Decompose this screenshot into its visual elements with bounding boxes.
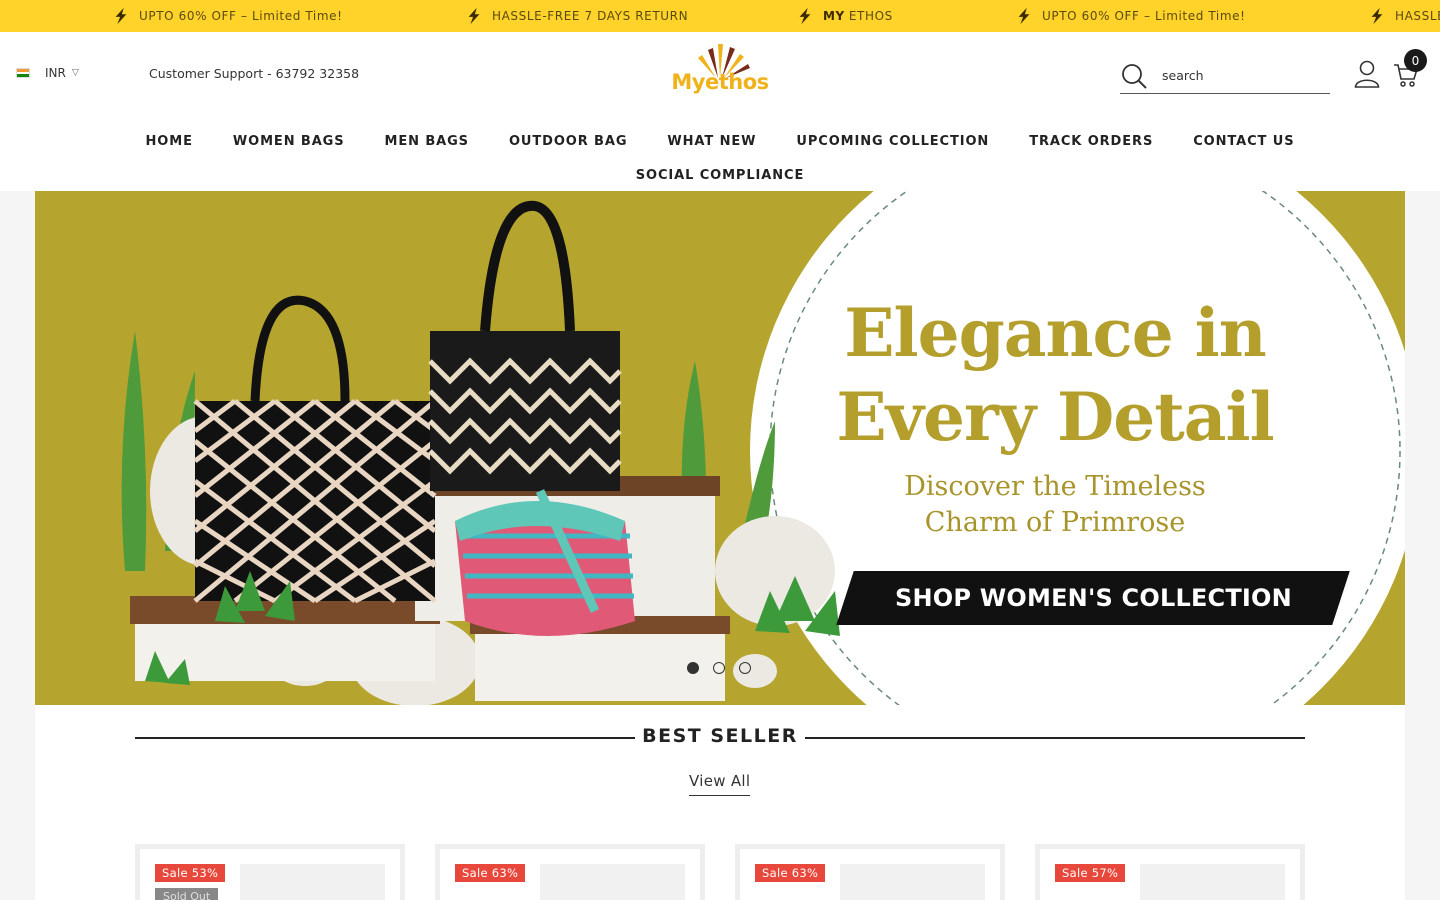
- hero-title: Elegance in Every Detail: [815, 291, 1295, 459]
- announcement-item: UPTO 60% OFF – Limited Time!: [1015, 0, 1246, 32]
- nav-social-compliance[interactable]: SOCIAL COMPLIANCE: [616, 158, 825, 192]
- announcement-item: UPTO 60% OFF – Limited Time!: [112, 0, 343, 32]
- nav-contact-us[interactable]: CONTACT US: [1173, 124, 1314, 158]
- nav-upcoming-collection[interactable]: UPCOMING COLLECTION: [776, 124, 1009, 158]
- announcement-text: UPTO 60% OFF – Limited Time!: [1042, 9, 1246, 23]
- chevron-down-icon: ▽: [71, 68, 79, 78]
- product-image[interactable]: [840, 864, 985, 900]
- announcement-text: HASSLE-FREE 7 DAYS RETURN: [1395, 9, 1440, 23]
- sold-out-badge: Sold Out: [155, 888, 219, 900]
- announcement-bar: UPTO 60% OFF – Limited Time! HASSLE-FREE…: [0, 0, 1440, 32]
- nav-home[interactable]: HOME: [126, 124, 213, 158]
- hero-title-line: Every Detail: [836, 378, 1274, 456]
- site-logo[interactable]: Myethos: [668, 40, 772, 102]
- sale-badge: Sale 57%: [1055, 864, 1126, 882]
- currency-selector[interactable]: INR ▽: [16, 66, 79, 80]
- slider-dot-1[interactable]: [687, 662, 699, 674]
- product-card[interactable]: Sale 63%: [735, 844, 1005, 900]
- lightning-bolt-icon: [799, 7, 811, 25]
- nav-women-bags[interactable]: WOMEN BAGS: [213, 124, 365, 158]
- search-box[interactable]: [1120, 58, 1330, 94]
- lightning-bolt-icon: [1371, 7, 1383, 25]
- lightning-bolt-icon: [115, 7, 127, 25]
- hero-title-line: Elegance in: [844, 294, 1266, 372]
- india-flag-icon: [16, 68, 30, 78]
- announcement-text: ETHOS: [848, 9, 893, 23]
- announcement-item: MY ETHOS: [796, 0, 893, 32]
- user-account-icon[interactable]: [1354, 60, 1380, 88]
- slider-dot-3[interactable]: [739, 662, 751, 674]
- nav-track-orders[interactable]: TRACK ORDERS: [1009, 124, 1173, 158]
- announcement-item: HASSLE-FREE 7 DAYS RETURN: [465, 0, 688, 32]
- product-image[interactable]: [240, 864, 385, 900]
- announcement-text: HASSLE-FREE 7 DAYS RETURN: [492, 9, 689, 23]
- nav-what-new[interactable]: WHAT NEW: [647, 124, 776, 158]
- hero-subtitle-line: Charm of Primrose: [924, 507, 1186, 538]
- announcement-text: UPTO 60% OFF – Limited Time!: [139, 9, 343, 23]
- product-image[interactable]: [1140, 864, 1285, 900]
- customer-support-text: Customer Support - 63792 32358: [149, 66, 360, 81]
- slider-dot-2[interactable]: [713, 662, 725, 674]
- search-icon[interactable]: [1120, 62, 1148, 90]
- product-card[interactable]: Sale 57%: [1035, 844, 1305, 900]
- hero-subtitle-line: Discover the Timeless: [904, 471, 1206, 502]
- lightning-bolt-icon: [1018, 7, 1030, 25]
- hero-subtitle: Discover the Timeless Charm of Primrose: [855, 469, 1255, 541]
- nav-men-bags[interactable]: MEN BAGS: [365, 124, 489, 158]
- announcement-item: HASSLE-FREE 7 DAYS RETURN: [1368, 0, 1440, 32]
- search-input[interactable]: [1162, 68, 1312, 83]
- sale-badge: Sale 63%: [755, 864, 826, 882]
- lightning-bolt-icon: [468, 7, 480, 25]
- shop-womens-collection-button[interactable]: SHOP WOMEN'S COLLECTION: [836, 571, 1350, 625]
- cta-label: SHOP WOMEN'S COLLECTION: [894, 584, 1292, 612]
- site-header: INR ▽ Customer Support - 63792 32358 Mye…: [0, 32, 1440, 191]
- main-navigation: HOME WOMEN BAGS MEN BAGS OUTDOOR BAG WHA…: [0, 124, 1440, 192]
- section-title: BEST SELLER: [642, 725, 798, 747]
- view-all-link[interactable]: View All: [689, 772, 751, 796]
- currency-label: INR: [45, 66, 66, 80]
- slider-dots: [687, 662, 751, 674]
- cart-count-badge: 0: [1404, 49, 1427, 72]
- sale-badge: Sale 63%: [455, 864, 526, 882]
- hero-banner[interactable]: Elegance in Every Detail Discover the Ti…: [35, 191, 1405, 705]
- product-card[interactable]: Sale 63%: [435, 844, 705, 900]
- best-seller-section: BEST SELLER View All Sale 53% Sold Out S…: [35, 705, 1405, 900]
- logo-text: Myethos: [671, 70, 769, 94]
- nav-outdoor-bag[interactable]: OUTDOOR BAG: [489, 124, 647, 158]
- announcement-prefix: MY: [823, 9, 845, 23]
- sale-badge: Sale 53%: [155, 864, 226, 882]
- product-image[interactable]: [540, 864, 685, 900]
- product-card[interactable]: Sale 53% Sold Out: [135, 844, 405, 900]
